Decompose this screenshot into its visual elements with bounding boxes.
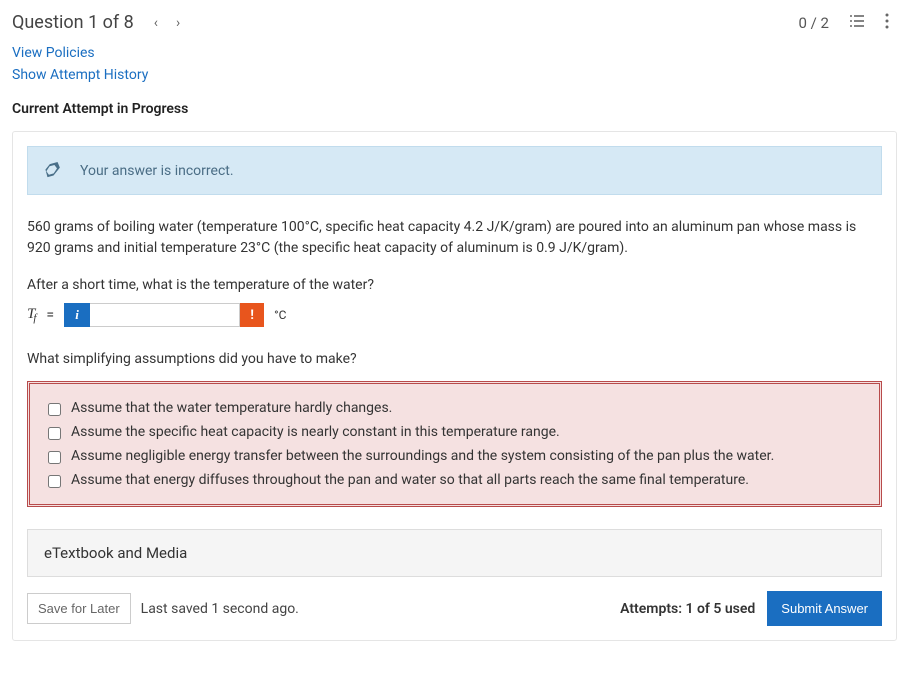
assumption-label: Assume the specific heat capacity is nea…: [71, 424, 560, 440]
eraser-icon: [44, 159, 66, 182]
attempts-counter: Attempts: 1 of 5 used: [620, 601, 755, 617]
equals-sign: =: [46, 307, 54, 323]
assumptions-box: Assume that the water temperature hardly…: [27, 381, 882, 507]
question-prompt-1: After a short time, what is the temperat…: [27, 277, 882, 293]
last-saved-text: Last saved 1 second ago.: [141, 601, 299, 617]
question-header: Question 1 of 8 ‹ › 0 / 2: [0, 0, 909, 45]
submit-answer-button[interactable]: Submit Answer: [767, 591, 882, 626]
assumption-label: Assume negligible energy transfer betwee…: [71, 448, 774, 464]
feedback-banner: Your answer is incorrect.: [27, 146, 882, 195]
view-policies-link[interactable]: View Policies: [12, 45, 897, 61]
feedback-text: Your answer is incorrect.: [80, 163, 234, 179]
etextbook-bar[interactable]: eTextbook and Media: [27, 529, 882, 577]
section-title: Current Attempt in Progress: [12, 101, 897, 117]
assumption-label: Assume that energy diffuses throughout t…: [71, 472, 749, 488]
error-indicator-icon: !: [240, 303, 264, 327]
show-attempt-history-link[interactable]: Show Attempt History: [12, 67, 897, 83]
info-icon[interactable]: i: [64, 303, 90, 327]
assumption-option[interactable]: Assume negligible energy transfer betwee…: [48, 448, 861, 464]
more-menu-icon[interactable]: [885, 13, 889, 33]
temperature-input[interactable]: [90, 303, 240, 327]
prev-question-button[interactable]: ‹: [154, 15, 158, 31]
assumption-option[interactable]: Assume that the water temperature hardly…: [48, 400, 861, 416]
assumption-label: Assume that the water temperature hardly…: [71, 400, 392, 416]
variable-label: Tf: [27, 306, 36, 325]
assumption-option[interactable]: Assume that energy diffuses throughout t…: [48, 472, 861, 488]
unit-label: °C: [274, 308, 286, 322]
question-prompt-2: What simplifying assumptions did you hav…: [27, 351, 882, 367]
score-display: 0 / 2: [799, 14, 830, 32]
next-question-button[interactable]: ›: [176, 15, 180, 31]
list-icon[interactable]: [849, 13, 865, 33]
save-for-later-button[interactable]: Save for Later: [27, 593, 131, 624]
assumption-checkbox-1[interactable]: [48, 427, 61, 440]
answer-row: Tf = i ! °C: [27, 303, 882, 327]
question-counter: Question 1 of 8: [12, 12, 134, 33]
assumption-checkbox-3[interactable]: [48, 475, 61, 488]
assumption-checkbox-2[interactable]: [48, 451, 61, 464]
assumption-option[interactable]: Assume the specific heat capacity is nea…: [48, 424, 861, 440]
assumption-checkbox-0[interactable]: [48, 403, 61, 416]
card-footer: Save for Later Last saved 1 second ago. …: [27, 591, 882, 626]
question-card: Your answer is incorrect. 560 grams of b…: [12, 131, 897, 641]
question-body: 560 grams of boiling water (temperature …: [27, 217, 882, 259]
